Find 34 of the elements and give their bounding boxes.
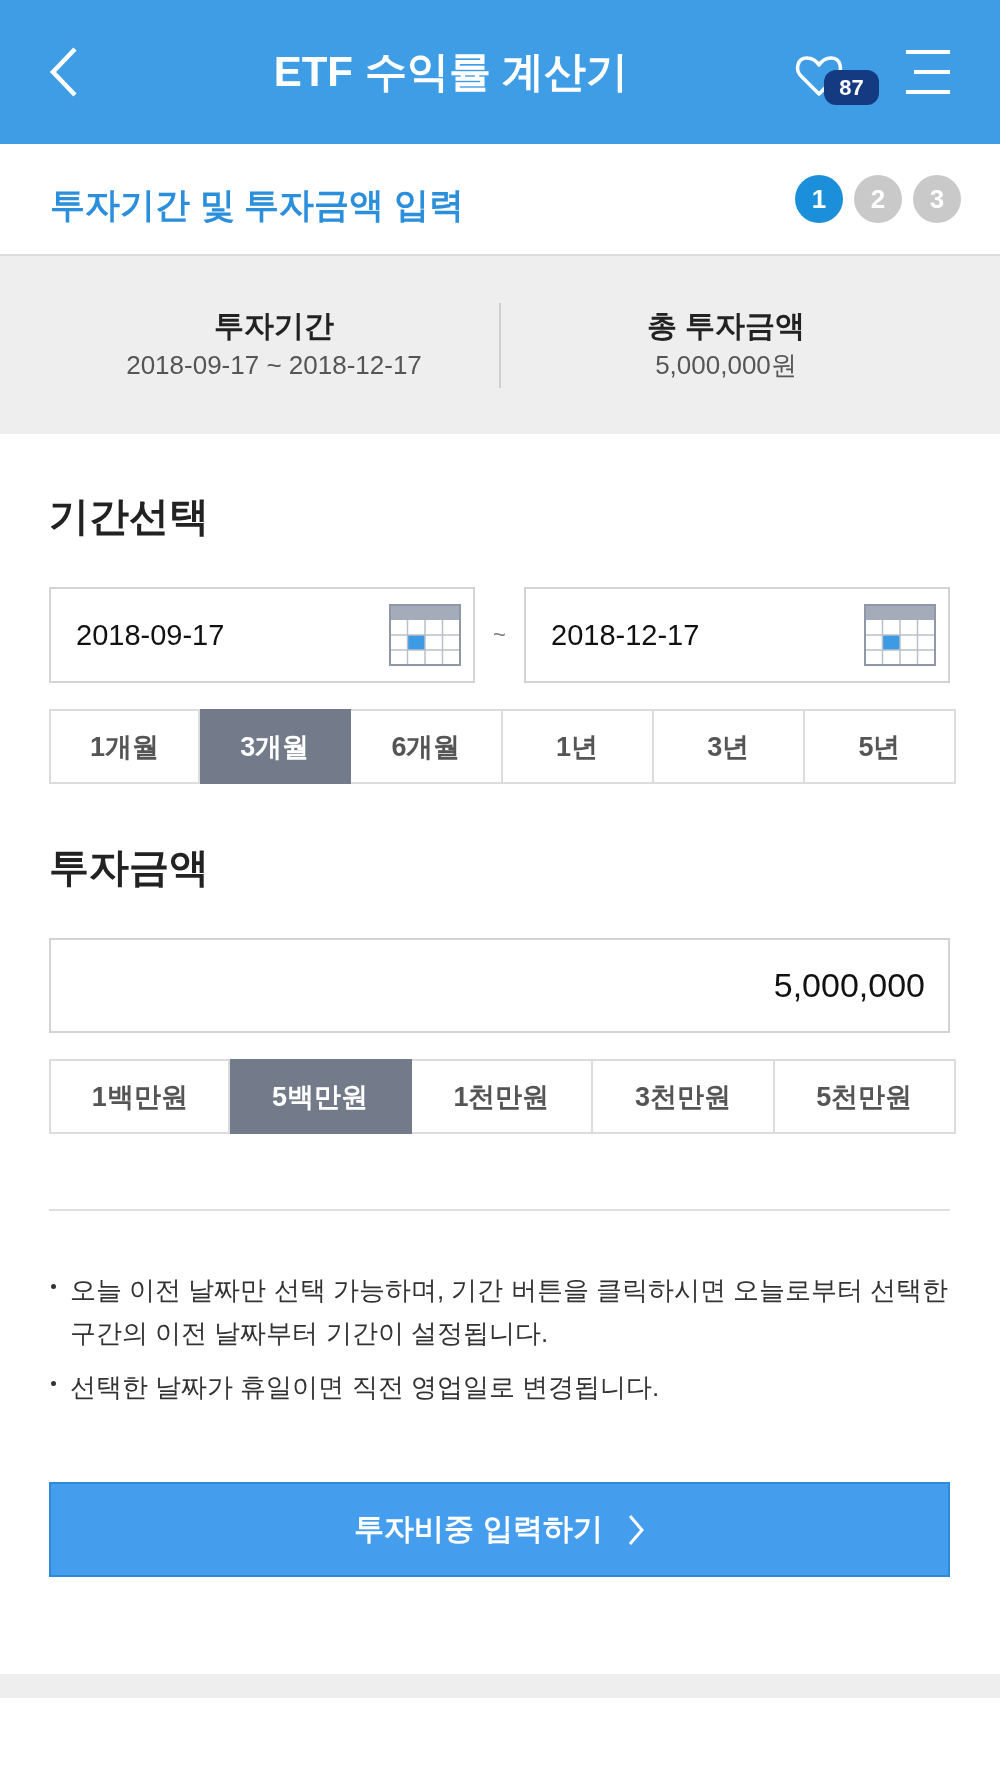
bullet-icon (51, 1284, 56, 1289)
option-button[interactable]: 3천만원 (593, 1059, 775, 1134)
option-button[interactable]: 5년 (804, 709, 956, 784)
note-text: 선택한 날짜가 휴일이면 직전 영업일로 변경됩니다. (70, 1371, 660, 1404)
count-badge: 87 (824, 70, 879, 105)
option-button[interactable]: 5백만원 (230, 1059, 412, 1134)
page-title: ETF 수익률 계산기 (272, 47, 630, 97)
summary-value: 2018-09-17 ~ 2018-12-17 (126, 349, 422, 382)
option-button[interactable]: 3개월 (200, 709, 352, 784)
note-text: 오늘 이전 날짜만 선택 가능하며, 기간 버튼을 클릭하시면 오늘로부터 선택한 구간의 이전 날짜부터 기간이 설정됩니다. (70, 1274, 950, 1350)
chevron-right-icon (626, 1513, 645, 1546)
option-button[interactable]: 5천만원 (774, 1059, 956, 1134)
section-heading: 투자금액 (49, 844, 210, 891)
option-button[interactable]: 3년 (653, 709, 805, 784)
option-button[interactable]: 6개월 (351, 709, 503, 784)
menu-icon[interactable] (904, 49, 952, 95)
option-button[interactable]: 1백만원 (49, 1059, 231, 1134)
option-button[interactable]: 1천만원 (411, 1059, 594, 1134)
back-icon[interactable] (48, 46, 78, 98)
summary-label: 투자기간 (214, 308, 334, 344)
bullet-icon (51, 1381, 56, 1386)
range-separator: ~ (493, 622, 506, 648)
summary-label: 총 투자금액 (646, 308, 806, 344)
date-field[interactable]: 2018-09-17 (49, 587, 475, 683)
option-button[interactable]: 1년 (502, 709, 654, 784)
step-indicator: 1 (795, 175, 843, 223)
calendar-icon[interactable] (864, 604, 936, 666)
amount-field[interactable]: 5,000,000 (49, 938, 950, 1033)
date-field[interactable]: 2018-12-17 (524, 587, 950, 683)
section-heading: 기간선택 (49, 493, 210, 540)
summary-value: 5,000,000원 (655, 349, 797, 382)
step-title: 투자기간 및 투자금액 입력 (50, 183, 465, 226)
calendar-icon[interactable] (389, 604, 461, 666)
option-button[interactable]: 1개월 (49, 709, 201, 784)
